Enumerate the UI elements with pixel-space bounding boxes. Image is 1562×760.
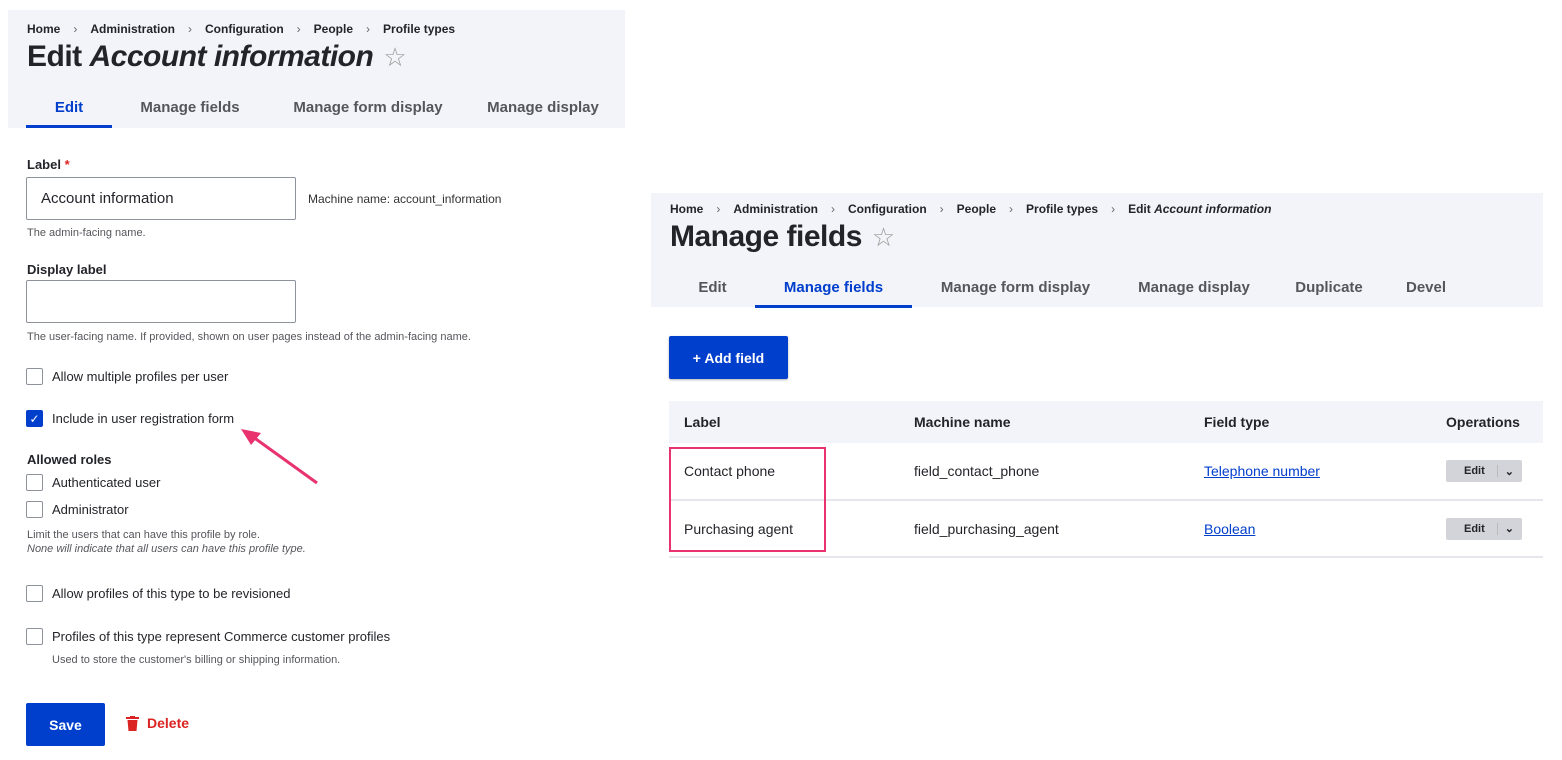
display-label-description: The user-facing name. If provided, shown… <box>27 331 471 343</box>
include-registration-checkbox[interactable]: ✓ Include in user registration form <box>26 410 234 427</box>
tab-edit[interactable]: Edit <box>670 279 755 308</box>
tab-devel[interactable]: Devel <box>1389 279 1463 308</box>
col-machine-name: Machine name <box>899 401 1189 443</box>
tab-manage-fields[interactable]: Manage fields <box>112 99 268 128</box>
star-icon[interactable]: ☆ <box>872 222 895 252</box>
page-title: Manage fields ☆ <box>670 220 895 253</box>
col-field-type: Field type <box>1189 401 1431 443</box>
save-button[interactable]: Save <box>26 703 105 746</box>
checkbox-label: Profiles of this type represent Commerce… <box>52 629 391 644</box>
row-machine-name: field_contact_phone <box>899 443 1189 501</box>
crumb-edit-account[interactable]: Edit Account information <box>1128 202 1271 216</box>
checkbox-label: Allow profiles of this type to be revisi… <box>52 586 291 601</box>
crumb-profile-types[interactable]: Profile types <box>1026 202 1098 216</box>
revisioned-checkbox[interactable]: Allow profiles of this type to be revisi… <box>26 585 290 602</box>
check-icon[interactable]: ✓ <box>26 410 43 427</box>
machine-name: Machine name: account_information <box>308 192 502 206</box>
right-tabs: Edit Manage fields Manage form display M… <box>670 279 1463 308</box>
checkbox-label: Authenticated user <box>52 475 161 490</box>
allow-multiple-checkbox[interactable]: Allow multiple profiles per user <box>26 368 228 385</box>
add-field-button[interactable]: + Add field <box>669 336 788 379</box>
field-type-link[interactable]: Telephone number <box>1204 463 1320 479</box>
role-authenticated-checkbox[interactable]: Authenticated user <box>26 474 160 491</box>
display-label-heading: Display label <box>27 262 107 277</box>
tab-manage-form-display[interactable]: Manage form display <box>268 99 468 128</box>
edit-dropbutton[interactable]: Edit ⌄ <box>1446 460 1522 482</box>
label-heading: Label * <box>27 157 70 172</box>
roles-description-note: None will indicate that all users can ha… <box>27 543 306 555</box>
left-breadcrumb: Home › Administration › Configuration › Peo… <box>27 22 456 36</box>
edit-dropbutton[interactable]: Edit ⌄ <box>1446 517 1522 540</box>
crumb-administration[interactable]: Administration <box>90 22 175 36</box>
checkbox-label: Allow multiple profiles per user <box>52 369 229 384</box>
col-operations: Operations <box>1431 401 1543 443</box>
tab-manage-display[interactable]: Manage display <box>468 99 618 128</box>
col-label: Label <box>669 401 899 443</box>
chevron-down-icon[interactable]: ⌄ <box>1498 522 1514 535</box>
chevron-down-icon[interactable]: ⌄ <box>1498 465 1514 478</box>
tab-manage-display[interactable]: Manage display <box>1119 279 1269 308</box>
checkbox[interactable] <box>26 368 43 385</box>
arrow-annotation-icon <box>241 429 318 485</box>
roles-description: Limit the users that can have this profi… <box>27 529 260 541</box>
crumb-administration[interactable]: Administration <box>733 202 818 216</box>
highlight-box <box>669 447 826 552</box>
page-title: Edit Account information ☆ <box>27 40 407 74</box>
commerce-checkbox[interactable]: Profiles of this type represent Commerce… <box>26 628 390 645</box>
crumb-people[interactable]: People <box>957 202 996 216</box>
crumb-configuration[interactable]: Configuration <box>848 202 927 216</box>
field-type-link[interactable]: Boolean <box>1204 521 1255 537</box>
tab-manage-fields[interactable]: Manage fields <box>755 279 912 308</box>
tab-duplicate[interactable]: Duplicate <box>1269 279 1389 308</box>
crumb-home[interactable]: Home <box>27 22 60 36</box>
label-input[interactable]: Account information <box>26 177 296 220</box>
crumb-profile-types[interactable]: Profile types <box>383 22 455 36</box>
display-label-input[interactable] <box>26 280 296 323</box>
role-administrator-checkbox[interactable]: Administrator <box>26 501 129 518</box>
star-icon[interactable]: ☆ <box>383 42 406 72</box>
trash-icon <box>126 715 139 731</box>
title-prefix: Edit <box>27 40 82 73</box>
crumb-configuration[interactable]: Configuration <box>205 22 284 36</box>
allowed-roles-heading: Allowed roles <box>27 452 112 467</box>
label-description: The admin-facing name. <box>27 227 146 239</box>
tab-edit[interactable]: Edit <box>26 99 112 128</box>
right-breadcrumb: Home › Administration › Configuration › Peo… <box>670 202 1272 216</box>
required-marker: * <box>64 157 70 172</box>
row-machine-name: field_purchasing_agent <box>899 500 1189 558</box>
checkbox-label: Administrator <box>52 502 129 517</box>
crumb-people[interactable]: People <box>314 22 353 36</box>
commerce-description: Used to store the customer's billing or … <box>52 654 341 666</box>
crumb-home[interactable]: Home <box>670 202 703 216</box>
left-tabs: Edit Manage fields Manage form display M… <box>26 99 618 128</box>
checkbox-label: Include in user registration form <box>52 411 235 426</box>
title-em: Account information <box>89 40 374 73</box>
delete-link[interactable]: Delete <box>126 715 189 731</box>
tab-manage-form-display[interactable]: Manage form display <box>912 279 1119 308</box>
